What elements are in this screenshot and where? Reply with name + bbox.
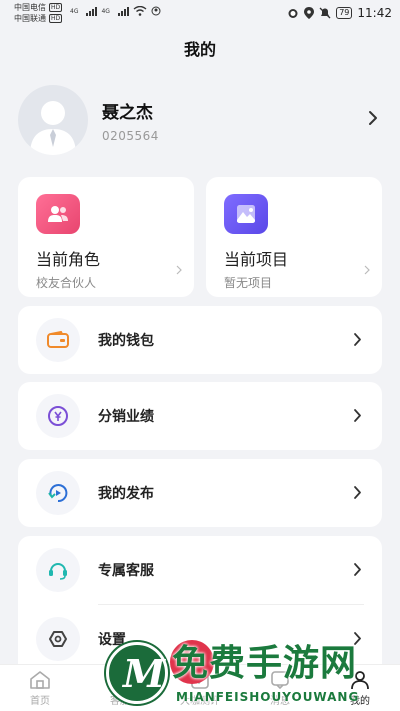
tab-home[interactable]: 首页 (10, 670, 70, 707)
menu-label: 分销业绩 (98, 409, 154, 425)
card-subtitle: 校友合伙人 (36, 276, 97, 290)
signal-icon (86, 6, 98, 16)
card-subtitle: 暂无项目 (224, 276, 273, 290)
chevron-right-icon (176, 265, 182, 275)
signal-icon-2 (117, 6, 129, 16)
chevron-right-icon (354, 333, 361, 346)
wallet-icon (36, 318, 80, 362)
carrier-1: 中国电信 (14, 3, 46, 12)
menu-item-distribution[interactable]: 分销业绩 (18, 382, 382, 450)
settings-icon (36, 617, 80, 661)
message-icon (271, 670, 289, 689)
user-id: 0205564 (102, 128, 159, 143)
default-avatar-icon (30, 101, 76, 155)
tab-profile[interactable]: 我的 (330, 670, 390, 707)
menu-label: 设置 (98, 632, 126, 648)
battery-icon: 79 (336, 7, 353, 19)
publish-card: 我的发布 (18, 459, 382, 527)
alarm-icon (288, 9, 298, 18)
network-type-2: 4G (101, 7, 110, 15)
card-title: 当前项目 (224, 250, 289, 269)
menu-label: 我的钱包 (98, 333, 154, 349)
service-icon (110, 672, 130, 687)
avatar[interactable] (18, 85, 88, 155)
tab-label: 大咖测评 (180, 695, 220, 707)
menu-label: 我的发布 (98, 486, 154, 502)
card-title: 当前角色 (36, 250, 101, 269)
summary-cards: 当前角色 校友合伙人 当前项目 暂无项目 (18, 177, 382, 297)
yen-icon (36, 394, 80, 438)
clock: 11:42 (357, 6, 392, 20)
menu-item-publish[interactable]: 我的发布 (18, 459, 382, 527)
chevron-right-icon (364, 265, 370, 275)
tab-label: 我的 (350, 695, 370, 707)
headset-icon (36, 548, 80, 592)
chevron-right-icon (354, 486, 361, 499)
wifi-icon (133, 6, 147, 16)
menu-item-wallet[interactable]: 我的钱包 (18, 306, 382, 374)
review-icon (191, 670, 209, 689)
home-icon (30, 670, 50, 689)
chevron-right-icon (354, 563, 361, 576)
support-card: 专属客服 设置 (18, 536, 382, 676)
tab-label: 消息 (270, 695, 290, 707)
profile-header[interactable]: 聂之杰 0205564 (18, 85, 382, 155)
vpn-icon (151, 6, 161, 16)
hd-badge: HD (49, 3, 63, 12)
current-role-card[interactable]: 当前角色 校友合伙人 (18, 177, 194, 297)
current-project-card[interactable]: 当前项目 暂无项目 (206, 177, 382, 297)
signal-icons: 4G 4G (70, 6, 161, 16)
location-icon (304, 7, 315, 19)
chevron-right-icon (354, 409, 361, 422)
wallet-card: 我的钱包 (18, 306, 382, 374)
status-bar: 中国电信 HD 中国联通 HD 4G 4G 79 11:42 (0, 0, 400, 26)
project-icon (224, 194, 268, 234)
publish-icon (36, 471, 80, 515)
profile-icon (351, 670, 369, 689)
bottom-tab-bar: 首页 客服 大咖测评 消息 我的 (0, 664, 400, 711)
menu-item-settings[interactable]: 设置 (18, 605, 382, 673)
chevron-right-icon (354, 632, 361, 645)
tab-label: 客服 (110, 695, 130, 707)
distribution-card: 分销业绩 (18, 382, 382, 450)
chevron-right-icon[interactable] (368, 110, 378, 126)
user-name: 聂之杰 (102, 102, 153, 123)
hd-badge-2: HD (49, 14, 63, 23)
page-title: 我的 (183, 40, 216, 59)
mute-icon (319, 7, 331, 19)
tab-review[interactable]: 大咖测评 (170, 670, 230, 707)
menu-label: 专属客服 (98, 563, 154, 579)
tab-label: 首页 (30, 695, 50, 707)
tab-service[interactable]: 客服 (90, 670, 150, 707)
carrier-info: 中国电信 HD 中国联通 HD (14, 2, 63, 24)
network-type-1: 4G (70, 7, 79, 15)
status-right: 79 11:42 (287, 6, 392, 20)
menu-item-service[interactable]: 专属客服 (18, 536, 382, 604)
users-icon (36, 194, 80, 234)
carrier-2: 中国联通 (14, 14, 46, 23)
tab-message[interactable]: 消息 (250, 670, 310, 707)
